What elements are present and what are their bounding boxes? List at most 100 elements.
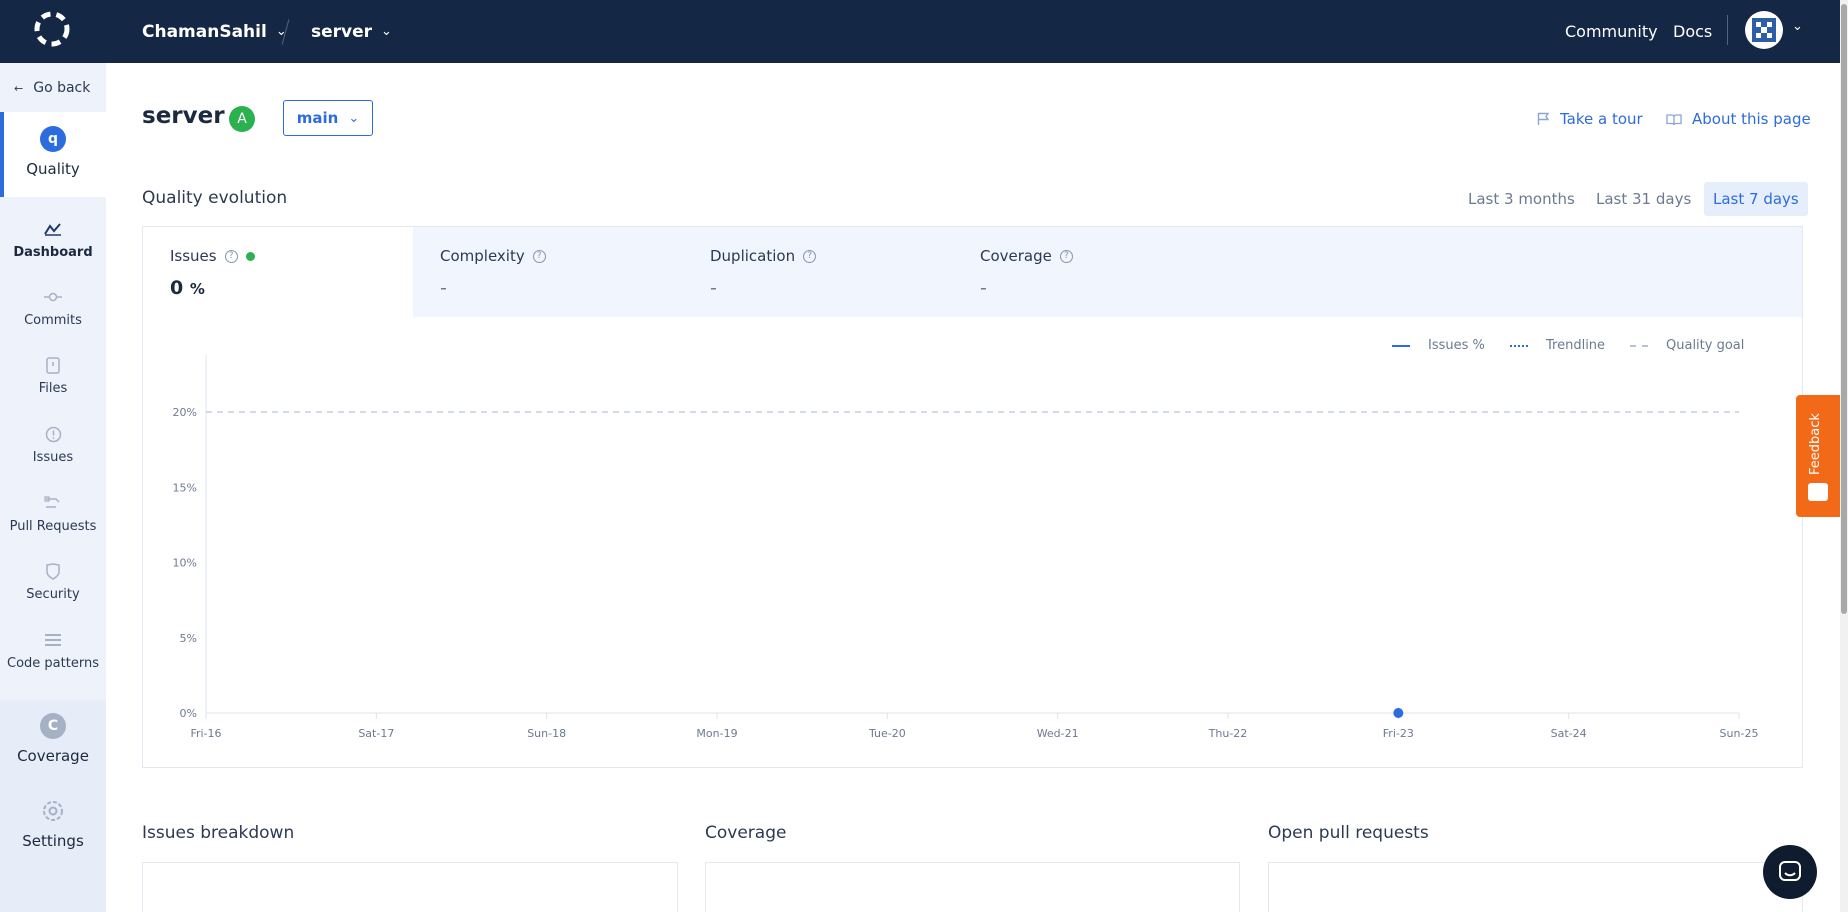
- help-icon[interactable]: ?: [803, 249, 817, 263]
- metric-value: -: [440, 277, 447, 299]
- x-tick-label: Sun-25: [1720, 727, 1759, 740]
- go-back-link[interactable]: ← Go back: [14, 80, 90, 96]
- flag-icon: [1537, 112, 1550, 125]
- sidebar-section-coverage[interactable]: C Coverage: [0, 713, 106, 765]
- metric-unit: %: [189, 280, 205, 298]
- metric-value: -: [710, 277, 717, 299]
- take-tour-label: Take a tour: [1560, 110, 1643, 128]
- scrollbar-thumb[interactable]: [1841, 4, 1847, 614]
- y-tick-label: 20%: [173, 406, 197, 419]
- sidebar-section-label: Settings: [22, 832, 84, 850]
- sidebar-item-pull-requests[interactable]: Pull Requests: [0, 494, 106, 534]
- community-link[interactable]: Community: [1565, 0, 1658, 63]
- metric-name: Complexity: [440, 247, 525, 265]
- metric-value: 0: [170, 277, 184, 299]
- x-tick-label: Tue-20: [868, 727, 906, 740]
- codacy-logo-icon[interactable]: [33, 10, 71, 48]
- x-tick-label: Mon-19: [696, 727, 737, 740]
- issues-breakdown-title: Issues breakdown: [142, 823, 295, 843]
- range-last-7-days[interactable]: Last 7 days: [1704, 182, 1808, 216]
- avatar-pattern-icon: [1752, 18, 1776, 42]
- feedback-button[interactable]: Feedback: [1796, 395, 1840, 517]
- sidebar-item-label: Files: [38, 381, 68, 396]
- y-tick-label: 0%: [180, 707, 197, 720]
- metric-name: Duplication: [710, 247, 796, 265]
- take-tour-link[interactable]: Take a tour: [1537, 110, 1643, 128]
- feedback-face-icon: [1808, 483, 1828, 501]
- open-pull-requests-title: Open pull requests: [1268, 823, 1429, 843]
- sidebar-section-label: Coverage: [17, 747, 89, 765]
- chevron-down-icon: ⌄: [381, 24, 392, 39]
- go-back-label: Go back: [33, 80, 91, 96]
- issue-icon: [44, 425, 62, 443]
- x-tick-label: Wed-21: [1037, 727, 1079, 740]
- branch-selector[interactable]: main ⌄: [283, 100, 373, 136]
- help-icon[interactable]: ?: [532, 249, 546, 263]
- sidebar-item-dashboard[interactable]: Dashboard: [0, 220, 106, 260]
- status-dot-icon: [245, 251, 255, 261]
- metric-tab-issues[interactable]: Issues? 0 %: [143, 227, 413, 317]
- org-name: ChamanSahil: [142, 21, 267, 42]
- sidebar-item-commits[interactable]: Commits: [0, 288, 106, 328]
- y-tick-label: 15%: [173, 481, 197, 494]
- sidebar-item-label: Issues: [32, 450, 74, 465]
- y-tick-label: 10%: [173, 557, 197, 570]
- issues-chart: 0% 5% 10% 15% 20% Fri-16 Sat-17 Sun-18 Mon-19 Tue…: [173, 355, 1759, 740]
- x-tick-label: Sun-18: [527, 727, 566, 740]
- grade-badge: A: [229, 106, 255, 132]
- sidebar-item-security[interactable]: Security: [0, 562, 106, 602]
- commit-icon: [44, 288, 62, 306]
- quality-icon: q: [40, 126, 66, 152]
- file-icon: [44, 356, 62, 374]
- sidebar-section-quality[interactable]: q Quality: [0, 126, 106, 178]
- help-icon[interactable]: ?: [1059, 249, 1073, 263]
- coverage-icon: C: [40, 713, 66, 739]
- dashboard-icon: [44, 220, 62, 238]
- pull-request-icon: [44, 494, 62, 512]
- divider: [1727, 15, 1728, 45]
- x-tick-label: Sat-24: [1551, 727, 1587, 740]
- chat-button[interactable]: [1763, 845, 1817, 899]
- sidebar-item-label: Commits: [24, 313, 82, 328]
- list-icon: [44, 631, 62, 649]
- docs-link[interactable]: Docs: [1673, 0, 1712, 63]
- sidebar-item-issues[interactable]: Issues: [0, 425, 106, 465]
- sidebar-item-files[interactable]: Files: [0, 356, 106, 396]
- coverage-title: Coverage: [705, 823, 787, 843]
- range-last-31-days[interactable]: Last 31 days: [1587, 182, 1700, 216]
- metric-tab-duplication[interactable]: Duplication? -: [683, 227, 953, 317]
- sidebar-item-label: Pull Requests: [9, 519, 97, 534]
- repo-name: server: [311, 21, 373, 42]
- chevron-down-icon: ⌄: [348, 110, 360, 126]
- shield-icon: [44, 562, 62, 580]
- repo-selector[interactable]: server ⌄: [311, 0, 392, 63]
- sidebar-section-settings[interactable]: Settings: [0, 798, 106, 850]
- feedback-label: Feedback: [1808, 413, 1823, 475]
- range-last-3-months[interactable]: Last 3 months: [1459, 182, 1584, 216]
- avatar[interactable]: [1745, 11, 1783, 49]
- metric-tab-coverage[interactable]: Coverage? -: [953, 227, 1223, 317]
- about-page-link[interactable]: About this page: [1666, 110, 1811, 128]
- org-selector[interactable]: ChamanSahil ⌄: [142, 0, 287, 63]
- chevron-down-icon[interactable]: ⌄: [1792, 19, 1803, 34]
- metric-name: Coverage: [980, 247, 1052, 265]
- gear-icon: [40, 798, 66, 824]
- sidebar-item-code-patterns[interactable]: Code patterns: [0, 631, 106, 671]
- top-navbar: ChamanSahil ⌄ server ⌄ Community Docs ⌄: [0, 0, 1840, 63]
- coverage-card: [705, 862, 1240, 912]
- quality-evolution-title: Quality evolution: [142, 188, 288, 208]
- sidebar-item-label: Security: [26, 587, 80, 602]
- sidebar-section-label: Quality: [26, 160, 80, 178]
- sidebar-item-label: Dashboard: [13, 245, 93, 260]
- sidebar-item-label: Code patterns: [7, 656, 99, 671]
- arrow-left-icon: ←: [14, 81, 24, 95]
- help-icon[interactable]: ?: [224, 249, 238, 263]
- issues-breakdown-card: [142, 862, 678, 912]
- x-tick-label: Sat-17: [358, 727, 394, 740]
- metric-value: -: [980, 277, 987, 299]
- y-tick-label: 5%: [180, 632, 197, 645]
- metric-name: Issues: [170, 247, 217, 265]
- metric-tab-complexity[interactable]: Complexity? -: [413, 227, 683, 317]
- branch-name: main: [296, 109, 339, 127]
- x-tick-label: Fri-16: [190, 727, 221, 740]
